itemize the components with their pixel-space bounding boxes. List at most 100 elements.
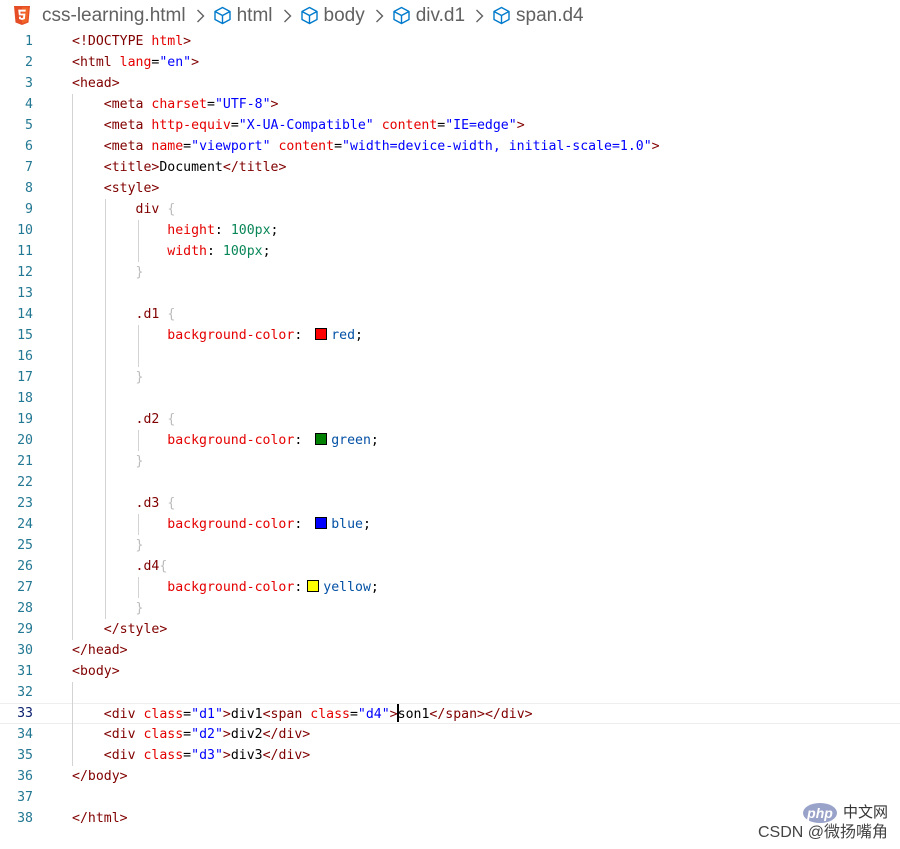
code-line[interactable]: 18 <box>0 388 900 409</box>
token-brace: { <box>167 412 176 427</box>
breadcrumb-item-div-d1[interactable]: div.d1 <box>392 5 465 27</box>
token-prop: background-color <box>167 580 295 595</box>
code-line[interactable]: 36 </body> <box>0 766 900 787</box>
code-line[interactable]: 16 <box>0 346 900 367</box>
code-line[interactable]: 3 <head> <box>0 73 900 94</box>
chevron-right-icon <box>475 9 484 23</box>
code-line[interactable]: 30 </head> <box>0 640 900 661</box>
token-attr: class <box>310 707 350 722</box>
code-line[interactable]: 27 background-color: yellow; <box>0 577 900 598</box>
token-tag: </head> <box>72 643 128 658</box>
token-val: green <box>331 433 371 448</box>
code-text: background-color: blue; <box>72 514 371 535</box>
code-text: <meta charset="UTF-8"> <box>72 94 279 115</box>
color-swatch-yellow[interactable] <box>307 580 320 592</box>
token-str: "UTF-8" <box>214 97 271 112</box>
indent-guide <box>138 430 140 451</box>
breadcrumb-item-label: span.d4 <box>516 4 584 26</box>
token-sel: .d3 <box>135 496 160 511</box>
token-txt: = <box>183 748 192 763</box>
code-text: <html lang="en"> <box>72 52 199 73</box>
token-txt: = <box>183 727 192 742</box>
code-line[interactable]: 23 .d3 { <box>0 493 900 514</box>
token-txt: = <box>183 707 192 722</box>
color-swatch-green[interactable] <box>315 433 328 445</box>
code-line[interactable]: 31 <body> <box>0 661 900 682</box>
code-line[interactable]: 19 .d2 { <box>0 409 900 430</box>
code-line[interactable]: 24 background-color: blue; <box>0 514 900 535</box>
breadcrumb-item-span-d4[interactable]: span.d4 <box>492 5 584 27</box>
code-line[interactable]: 7 <title>Document</title> <box>0 157 900 178</box>
code-text: } <box>72 535 144 556</box>
code-line[interactable]: 5 <meta http-equiv="X-UA-Compatible" con… <box>0 115 900 136</box>
line-number: 34 <box>17 727 33 742</box>
code-line[interactable]: 9 div { <box>0 199 900 220</box>
code-line[interactable]: 32 <box>0 682 900 703</box>
line-number: 16 <box>17 349 33 364</box>
token-str: "d3" <box>191 748 223 763</box>
php-logo: php <box>802 803 837 823</box>
code-line[interactable]: 15 background-color: red; <box>0 325 900 346</box>
color-swatch-red[interactable] <box>315 328 328 340</box>
code-line[interactable]: 1 <!DOCTYPE html> <box>0 31 900 52</box>
token-prop: background-color <box>167 517 295 532</box>
token-tag: <head> <box>72 76 120 91</box>
token-brace: } <box>135 370 144 385</box>
code-text: .d1 { <box>72 304 176 325</box>
code-line[interactable]: 12 } <box>0 262 900 283</box>
token-str: "viewport" <box>191 139 271 154</box>
line-number: 15 <box>17 328 33 343</box>
line-number: 24 <box>17 517 33 532</box>
code-line[interactable]: 13 <box>0 283 900 304</box>
line-number: 27 <box>17 580 33 595</box>
code-line[interactable]: 11 width: 100px; <box>0 241 900 262</box>
code-line[interactable]: 35 <div class="d3">div3</div> <box>0 745 900 766</box>
color-swatch-blue[interactable] <box>315 517 328 529</box>
breadcrumb-item-html[interactable]: html <box>213 5 273 27</box>
code-line[interactable]: 34 <div class="d2">div2</div> <box>0 724 900 745</box>
token-tag: > <box>516 118 525 133</box>
cube-icon <box>213 6 232 25</box>
code-line[interactable]: 26 .d4{ <box>0 556 900 577</box>
code-line[interactable]: 22 <box>0 472 900 493</box>
code-line[interactable]: 25 } <box>0 535 900 556</box>
breadcrumb-item-body[interactable]: body <box>300 5 365 27</box>
code-line[interactable]: 2 <html lang="en"> <box>0 52 900 73</box>
token-tag: <title> <box>103 160 160 175</box>
code-line[interactable]: 21 } <box>0 451 900 472</box>
token-tag: > <box>651 139 660 154</box>
code-line[interactable]: 33 <div class="d1">div1<span class="d4">… <box>0 703 900 724</box>
token-brace: } <box>135 601 144 616</box>
watermark-csdn: CSDN @微扬嘴角 <box>757 824 888 841</box>
code-line[interactable]: 29 </style> <box>0 619 900 640</box>
code-text: } <box>72 367 144 388</box>
token-tag: </span></div> <box>429 707 533 722</box>
breadcrumb-file[interactable]: css-learning.html <box>14 5 186 27</box>
code-line[interactable]: 20 background-color: green; <box>0 430 900 451</box>
code-line[interactable]: 14 .d1 { <box>0 304 900 325</box>
token-tag: > <box>222 707 231 722</box>
code-line[interactable]: 10 height: 100px; <box>0 220 900 241</box>
token-txt: = <box>334 139 343 154</box>
token-brace: } <box>135 265 144 280</box>
token-sel: .d2 <box>135 412 160 427</box>
code-line[interactable]: 17 } <box>0 367 900 388</box>
token-txt: : <box>294 517 311 532</box>
token-prop: background-color <box>167 433 295 448</box>
code-line[interactable]: 28 } <box>0 598 900 619</box>
line-number: 20 <box>17 433 33 448</box>
line-number: 37 <box>17 790 33 805</box>
code-line[interactable]: 4 <meta charset="UTF-8"> <box>0 94 900 115</box>
code-line[interactable]: 8 <style> <box>0 178 900 199</box>
code-editor[interactable]: 1 <!DOCTYPE html> 2 <html lang="en"> 3 <head>… <box>0 31 900 849</box>
code-line[interactable]: 6 <meta name="viewport" content="width=d… <box>0 136 900 157</box>
token-sel: div <box>135 202 160 217</box>
